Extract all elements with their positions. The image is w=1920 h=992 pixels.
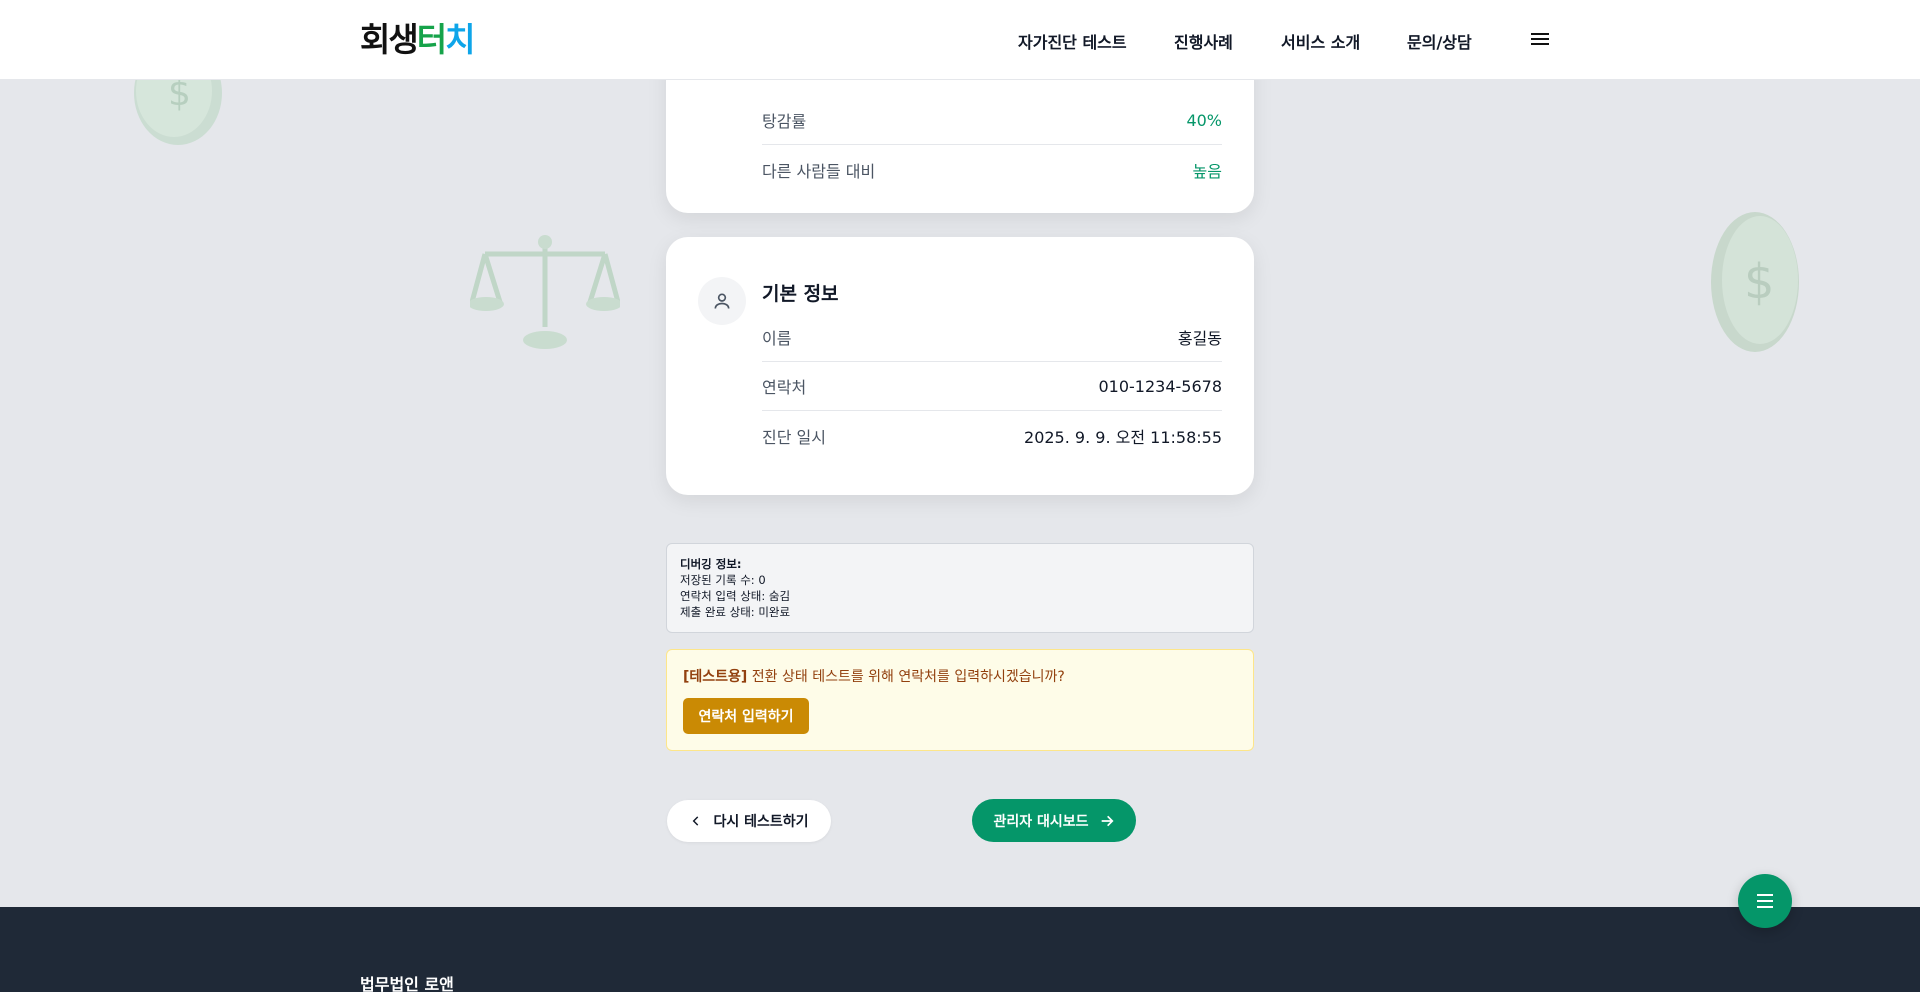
debug-line: 연락처 입력 상태: 숨김	[680, 589, 791, 603]
site-header: 회생 터 치 자가진단 테스트 진행사례 서비스 소개 문의/상담	[0, 0, 1920, 80]
summary-row-rate: 탕감률 40%	[762, 96, 1222, 145]
site-footer: 법무법인 로앤	[0, 907, 1920, 992]
retry-label: 다시 테스트하기	[713, 814, 809, 830]
footer-title: 법무법인 로앤	[360, 975, 454, 992]
admin-label: 관리자 대시보드	[993, 813, 1089, 830]
debug-line: 저장된 기록 수: 0	[680, 573, 766, 587]
floating-menu-button[interactable]	[1738, 874, 1792, 928]
debug-title: 디버깅 정보:	[680, 557, 742, 571]
chevron-left-icon	[693, 816, 699, 826]
logo-part-3: 치	[445, 20, 475, 59]
debug-info-box: 디버깅 정보: 저장된 기록 수: 0 연락처 입력 상태: 숨김 제출 완료 …	[666, 543, 1254, 633]
enter-contact-button[interactable]: 연락처 입력하기	[683, 698, 809, 734]
nav-cases[interactable]: 진행사례	[1174, 29, 1233, 53]
row-label: 진단 일시	[762, 427, 826, 447]
row-label: 탕감률	[762, 112, 807, 131]
svg-text:$: $	[1744, 254, 1775, 310]
retry-test-button[interactable]: 다시 테스트하기	[667, 800, 831, 842]
debug-line: 제출 완료 상태: 미완료	[680, 605, 791, 619]
info-row-contact: 연락처 010-1234-5678	[762, 362, 1222, 411]
info-row-date: 진단 일시 2025. 9. 9. 오전 11:58:55	[762, 411, 1222, 460]
test-tag: [테스트용]	[683, 669, 748, 685]
nav-service-intro[interactable]: 서비스 소개	[1281, 29, 1360, 53]
logo[interactable]: 회생 터 치	[360, 20, 476, 60]
hamburger-menu-icon[interactable]	[1528, 30, 1552, 50]
row-value: 40%	[1186, 110, 1222, 130]
card-title: 기본 정보	[762, 283, 839, 305]
logo-part-1: 회생	[360, 20, 419, 59]
info-row-name: 이름 홍길동	[762, 313, 1222, 362]
test-contact-box: [테스트용] 전환 상태 테스트를 위해 연락처를 입력하시겠습니까? 연락처 …	[666, 649, 1254, 751]
row-value: 2025. 9. 9. 오전 11:58:55	[1024, 427, 1222, 447]
row-value: 홍길동	[1177, 329, 1222, 348]
row-value: 높음	[1192, 161, 1222, 181]
logo-part-2: 터	[416, 20, 447, 59]
test-text: 전환 상태 테스트를 위해 연락처를 입력하시겠습니까?	[751, 669, 1065, 685]
summary-row-comparison: 다른 사람들 대비 높음	[762, 145, 1222, 194]
row-value: 010-1234-5678	[1098, 376, 1222, 396]
nav-contact[interactable]: 문의/상담	[1407, 29, 1472, 53]
admin-dashboard-button[interactable]: 관리자 대시보드	[972, 799, 1136, 842]
basic-info-card: 기본 정보 이름 홍길동 연락처 010-1234-5678 진단 일시 202…	[666, 237, 1254, 495]
user-icon	[698, 277, 746, 325]
test-message: [테스트용] 전환 상태 테스트를 위해 연락처를 입력하시겠습니까?	[683, 666, 1065, 686]
arrow-right-icon	[1101, 815, 1114, 826]
row-label: 연락처	[762, 378, 807, 397]
menu-icon	[1757, 894, 1773, 908]
coin-decoration-icon: $	[1711, 212, 1799, 352]
scales-decoration-icon	[470, 235, 620, 349]
row-label: 다른 사람들 대비	[762, 161, 876, 181]
row-label: 이름	[762, 329, 792, 348]
nav-self-diagnosis[interactable]: 자가진단 테스트	[1018, 29, 1127, 53]
